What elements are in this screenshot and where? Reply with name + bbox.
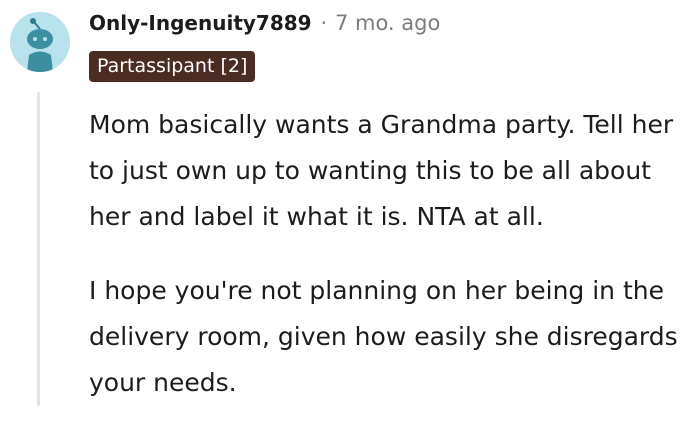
avatar[interactable] — [10, 12, 70, 72]
thread-line[interactable] — [37, 92, 40, 406]
comment: Only-Ingenuity7889 · 7 mo. ago Partassip… — [0, 0, 698, 406]
timestamp-link[interactable]: 7 mo. ago — [335, 11, 440, 35]
user-flair: Partassipant [2] — [89, 51, 256, 82]
meta-separator: · — [320, 11, 327, 35]
comment-body: Mom basically wants a Grandma party. Tel… — [89, 102, 689, 434]
comment-paragraph: Mom basically wants a Grandma party. Tel… — [89, 110, 674, 231]
username-link[interactable]: Only-Ingenuity7889 — [89, 11, 312, 35]
comment-paragraph: I hope you're not planning on her being … — [89, 276, 678, 397]
snoo-avatar-icon — [10, 12, 70, 72]
comment-header: Only-Ingenuity7889 · 7 mo. ago — [89, 8, 440, 38]
